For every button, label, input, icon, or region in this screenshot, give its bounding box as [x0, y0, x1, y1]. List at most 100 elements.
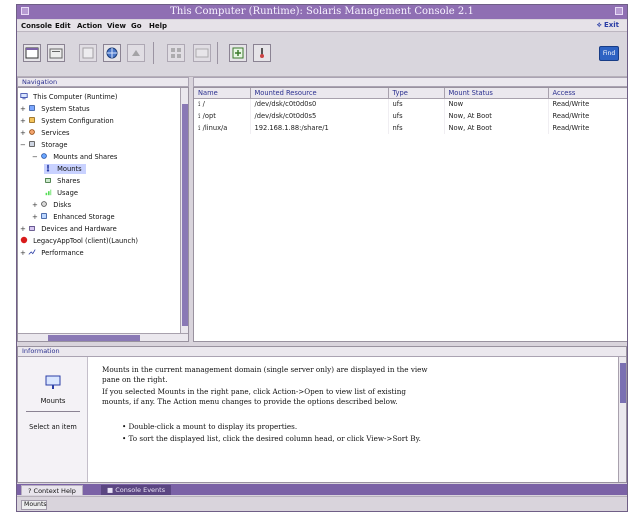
cell-resource: /dev/dsk/c0t0d0s0: [250, 98, 389, 110]
tab-context-help[interactable]: ? Context Help: [21, 485, 83, 495]
find-label: Find: [602, 50, 616, 57]
table-header-row: Name Mounted Resource Type Mount Status …: [194, 88, 627, 99]
col-mounted-resource[interactable]: Mounted Resource: [250, 88, 389, 99]
tab-console-events[interactable]: ■ Console Events: [101, 485, 172, 495]
collapse-icon[interactable]: −: [20, 140, 26, 150]
cell-type: ufs: [388, 110, 445, 122]
grid-dim-icon[interactable]: [167, 44, 185, 62]
cell-type: ufs: [388, 98, 445, 110]
cell-status: Now: [444, 98, 549, 110]
computer-icon: [20, 92, 28, 100]
cell-resource: 192.168.1.88:/share/1: [250, 122, 389, 134]
window: This Computer (Runtime): Solaris Managem…: [16, 4, 628, 512]
exit-link[interactable]: ⟡ Exit: [597, 21, 619, 30]
panel-dim-icon[interactable]: [193, 44, 211, 62]
menu-edit[interactable]: Edit: [55, 21, 71, 31]
col-type[interactable]: Type: [388, 88, 445, 99]
navigation-pane[interactable]: This Computer (Runtime) + System Status …: [17, 87, 189, 342]
tree-node-enhanced-storage[interactable]: + Enhanced Storage: [32, 212, 115, 222]
information-sidebar: Mounts Select an item: [18, 357, 88, 482]
cell-name: ⟟ /linux/a: [194, 122, 251, 134]
tree-node-legacy-app[interactable]: LegacyAppTool (client)(Launch): [20, 236, 138, 246]
tab-label: Context Help: [33, 487, 76, 495]
menu-action[interactable]: Action: [77, 21, 102, 31]
info-icon-label: Mounts: [40, 397, 66, 405]
expand-icon[interactable]: +: [20, 104, 26, 114]
tree-node-shares[interactable]: Shares: [44, 176, 80, 186]
tree-label: Usage: [57, 189, 78, 197]
toolbar-separator: [153, 42, 154, 64]
tree-node-performance[interactable]: + Performance: [20, 248, 84, 258]
tree-label: Enhanced Storage: [53, 213, 115, 221]
close-button[interactable]: [615, 7, 623, 15]
tree-node-system-status[interactable]: + System Status: [20, 104, 90, 114]
tree-node-system-configuration[interactable]: + System Configuration: [20, 116, 114, 126]
expand-icon[interactable]: +: [20, 248, 26, 258]
window-dim-icon[interactable]: [47, 44, 65, 62]
up-icon[interactable]: [127, 44, 145, 62]
expand-icon[interactable]: +: [32, 200, 38, 210]
table-row[interactable]: ⟟ /linux/a 192.168.1.88:/share/1 nfs Now…: [194, 122, 627, 134]
tree-label: Performance: [41, 249, 84, 257]
cell-name: ⟟ /: [194, 98, 251, 110]
status-text: Mounts: [21, 500, 47, 510]
tree-node-disks[interactable]: + Disks: [32, 200, 71, 210]
tree-label: Disks: [53, 201, 72, 209]
menu-view[interactable]: View: [107, 21, 126, 31]
menu-help[interactable]: Help: [149, 21, 167, 31]
tree-node-this-computer[interactable]: This Computer (Runtime): [20, 92, 117, 102]
open-dim-icon[interactable]: [79, 44, 97, 62]
table-row[interactable]: ⟟ /opt /dev/dsk/c0t0d0s5 ufs Now, At Boo…: [194, 110, 627, 122]
bottom-tabs: ? Context Help ■ Console Events: [17, 484, 627, 495]
tree-node-devices-and-hardware[interactable]: + Devices and Hardware: [20, 224, 117, 234]
expand-icon[interactable]: +: [32, 212, 38, 222]
navigation-vertical-scrollbar[interactable]: [180, 88, 188, 341]
cell-access: Read/Write: [548, 122, 627, 134]
devices-icon: [28, 224, 36, 232]
toolbar-separator: [217, 42, 218, 64]
info-bullet-1: • Double-click a mount to display its pr…: [122, 422, 298, 431]
cell-access: Read/Write: [548, 98, 627, 110]
tree-node-storage[interactable]: − Storage: [20, 140, 67, 150]
name-text: /opt: [202, 111, 216, 120]
select-item-text: Select an item: [29, 423, 77, 431]
tree-node-mounts-and-shares[interactable]: − Mounts and Shares: [32, 152, 117, 162]
expand-icon[interactable]: +: [20, 224, 26, 234]
expand-icon[interactable]: +: [20, 116, 26, 126]
info-bullet-2: • To sort the displayed list, click the …: [122, 434, 421, 443]
tree-label: Services: [41, 129, 70, 137]
information-scrollbar[interactable]: [618, 357, 626, 482]
window-icon[interactable]: [23, 44, 41, 62]
scroll-thumb[interactable]: [48, 335, 140, 341]
scroll-thumb[interactable]: [620, 363, 626, 403]
window-menu-button[interactable]: [21, 7, 29, 15]
cell-type: nfs: [388, 122, 445, 134]
bullet-text: Double-click a mount to display its prop…: [128, 422, 298, 431]
main-pane[interactable]: Name Mounted Resource Type Mount Status …: [193, 87, 627, 342]
tree-node-services[interactable]: + Services: [20, 128, 69, 138]
find-button[interactable]: Find: [599, 46, 619, 61]
tree-label: LegacyAppTool (client)(Launch): [33, 237, 139, 245]
cell-status: Now, At Boot: [444, 110, 549, 122]
menu-go[interactable]: Go: [131, 21, 142, 31]
col-mount-status[interactable]: Mount Status: [444, 88, 549, 99]
scroll-thumb[interactable]: [182, 104, 188, 326]
pin-icon[interactable]: [253, 44, 271, 62]
tree-label: System Configuration: [41, 117, 114, 125]
menu-console[interactable]: Console: [21, 21, 52, 31]
tree-label: System Status: [41, 105, 90, 113]
enhanced-storage-icon: [40, 212, 48, 220]
navigation-horizontal-scrollbar[interactable]: [18, 333, 188, 341]
tree-node-mounts[interactable]: Mounts: [44, 164, 86, 174]
tree-node-usage[interactable]: Usage: [44, 188, 78, 198]
properties-icon[interactable]: [229, 44, 247, 62]
services-icon: [28, 128, 36, 136]
globe-icon[interactable]: [103, 44, 121, 62]
expand-icon[interactable]: +: [20, 128, 26, 138]
table-row[interactable]: ⟟ / /dev/dsk/c0t0d0s0 ufs Now Read/Write: [194, 98, 627, 110]
col-name[interactable]: Name: [194, 88, 251, 99]
status-bar: Mounts: [17, 496, 627, 511]
tab-label: Console Events: [115, 486, 166, 494]
col-access[interactable]: Access: [548, 88, 627, 99]
collapse-icon[interactable]: −: [32, 152, 38, 162]
